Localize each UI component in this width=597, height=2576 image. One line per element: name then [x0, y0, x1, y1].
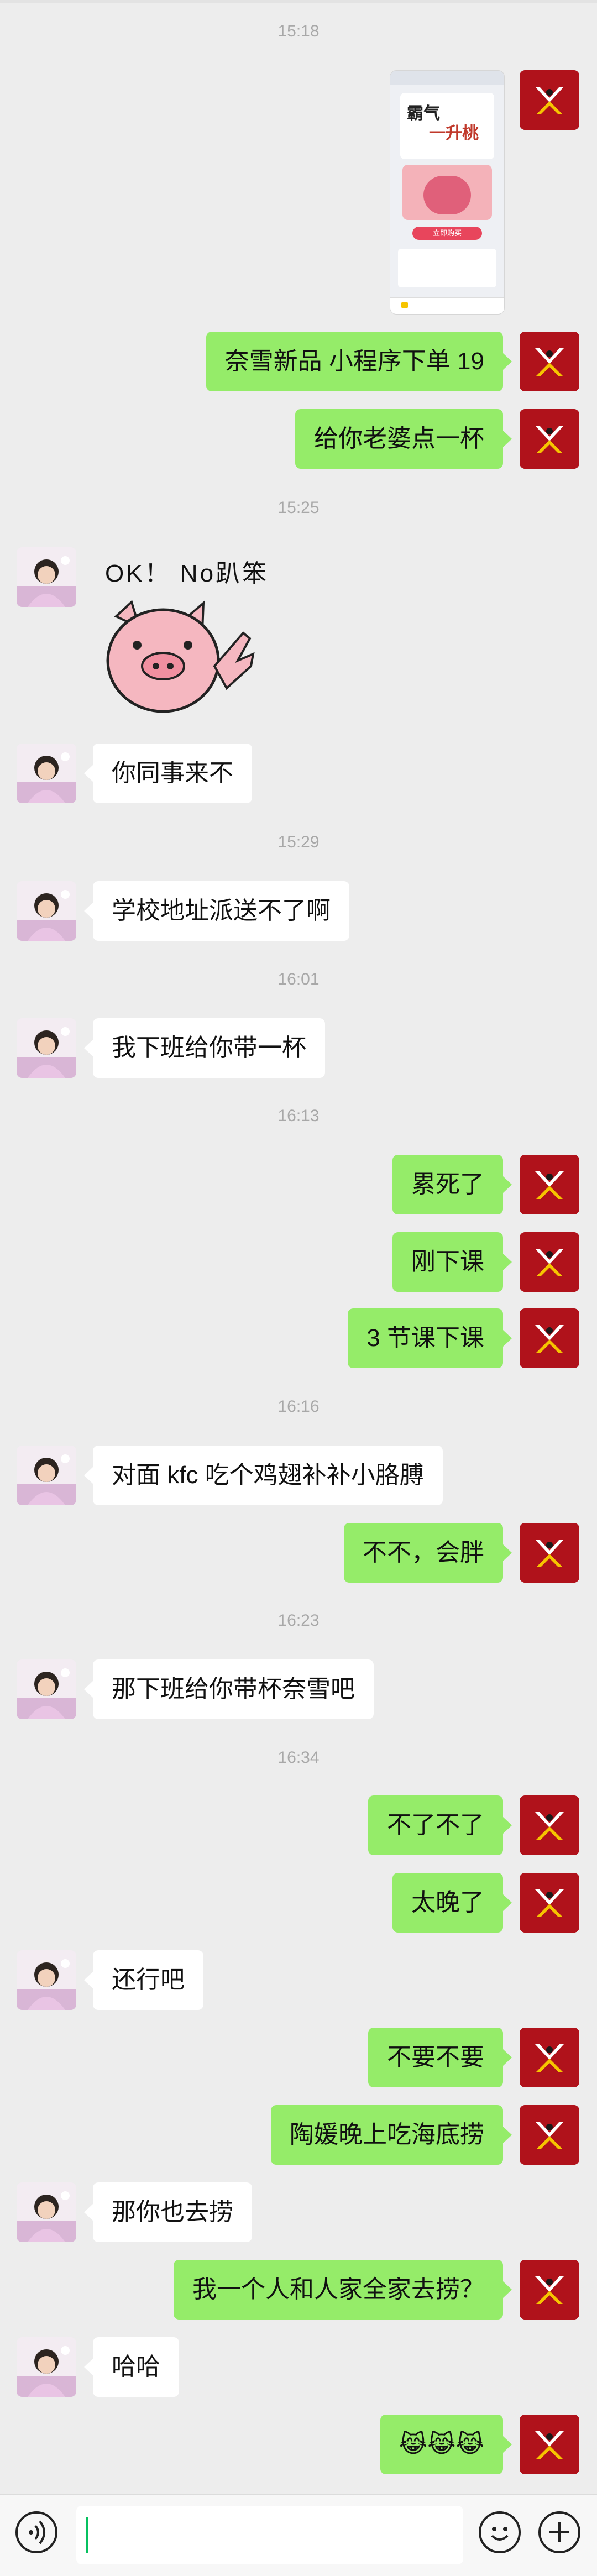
emoji-icon [491, 2527, 509, 2541]
message-bubble[interactable]: 我一个人和人家全家去捞？ [174, 2260, 512, 2320]
message-received: 哈哈 [0, 2337, 597, 2397]
message-sent: 刚下课 [0, 1232, 597, 1292]
contact-avatar[interactable] [17, 1950, 76, 2010]
message-sent: 不要不要 [0, 2028, 597, 2087]
message-bubble[interactable]: 😹😹😹 [380, 2415, 512, 2474]
message-bubble[interactable]: 陶媛晚上吃海底捞 [271, 2105, 512, 2165]
text-cursor [86, 2517, 88, 2553]
top-divider [0, 0, 597, 3]
message-bubble[interactable]: 哈哈 [84, 2337, 179, 2397]
shared-screenshot-thumbnail[interactable]: 霸气 一升桃 立即购买 [390, 70, 505, 315]
message-received: 学校地址派送不了啊 [0, 881, 597, 941]
message-bubble[interactable]: 还行吧 [84, 1950, 203, 2010]
contact-avatar[interactable] [17, 1659, 76, 1719]
my-avatar[interactable] [520, 2105, 579, 2165]
message-bubble[interactable]: 给你老婆点一杯 [295, 409, 512, 469]
contact-avatar[interactable] [17, 1018, 76, 1078]
message-sent: 不不，会胖 [0, 1523, 597, 1583]
voice-icon [29, 2520, 45, 2544]
my-avatar[interactable] [520, 332, 579, 391]
contact-avatar[interactable] [17, 2182, 76, 2242]
screenshot-buy-button: 立即购买 [412, 227, 482, 240]
message-image: 霸气 一升桃 立即购买 [0, 70, 597, 315]
message-sticker: OK！ No趴笨 [0, 547, 597, 713]
message-bubble[interactable]: 3 节课下课 [348, 1308, 512, 1368]
message-sent: 陶媛晚上吃海底捞 [0, 2105, 597, 2165]
message-bubble[interactable]: 那你也去捞 [84, 2182, 252, 2242]
message-sent: 我一个人和人家全家去捞？ [0, 2260, 597, 2320]
message-bubble[interactable]: 不了不了 [368, 1795, 512, 1855]
message-received: 对面 kfc 吃个鸡翅补补小胳膊 [0, 1446, 597, 1505]
message-bubble[interactable]: 对面 kfc 吃个鸡翅补补小胳膊 [84, 1446, 443, 1505]
timestamp: 16:01 [277, 970, 320, 988]
my-avatar[interactable] [520, 1155, 579, 1214]
my-avatar[interactable] [520, 2415, 579, 2474]
message-input[interactable] [76, 2506, 463, 2564]
my-avatar[interactable] [520, 1308, 579, 1368]
message-sent: 累死了 [0, 1155, 597, 1214]
my-avatar[interactable] [520, 2260, 579, 2320]
timestamp: 15:25 [277, 499, 320, 517]
sticker-caption: OK！ No趴笨 [105, 560, 269, 587]
timestamp: 15:29 [277, 833, 320, 851]
contact-avatar[interactable] [17, 1446, 76, 1505]
contact-avatar[interactable] [17, 881, 76, 941]
timestamp: 16:16 [277, 1397, 320, 1416]
message-sent: 😹😹😹 [0, 2415, 597, 2474]
emoji-button[interactable] [479, 2511, 521, 2553]
contact-avatar[interactable] [17, 744, 76, 803]
timestamp: 16:23 [277, 1611, 320, 1630]
message-bubble[interactable]: 奈雪新品 小程序下单 19 [206, 332, 512, 391]
message-received: 那下班给你带杯奈雪吧 [0, 1659, 597, 1719]
message-sent: 给你老婆点一杯 [0, 409, 597, 469]
message-bubble[interactable]: 学校地址派送不了啊 [84, 881, 349, 941]
message-received: 你同事来不 [0, 744, 597, 803]
message-sent: 奈雪新品 小程序下单 19 [0, 332, 597, 391]
message-bubble[interactable]: 那下班给你带杯奈雪吧 [84, 1659, 374, 1719]
timestamp: 16:34 [277, 1748, 320, 1767]
message-bubble[interactable]: 刚下课 [392, 1232, 512, 1292]
screenshot-subheadline: 一升桃 [429, 124, 479, 143]
more-button[interactable] [538, 2511, 580, 2553]
message-sent: 3 节课下课 [0, 1308, 597, 1368]
message-bubble[interactable]: 累死了 [392, 1155, 512, 1214]
contact-avatar[interactable] [17, 547, 76, 607]
message-bubble[interactable]: 我下班给你带一杯 [84, 1018, 325, 1078]
my-avatar[interactable] [520, 70, 579, 130]
my-avatar[interactable] [520, 1873, 579, 1933]
message-sent: 不了不了 [0, 1795, 597, 1855]
contact-avatar[interactable] [17, 2337, 76, 2397]
message-received: 还行吧 [0, 1950, 597, 2010]
timestamp: 15:18 [277, 22, 320, 40]
voice-button[interactable] [15, 2511, 57, 2553]
message-received: 那你也去捞 [0, 2182, 597, 2242]
my-avatar[interactable] [520, 1523, 579, 1583]
message-received: 我下班给你带一杯 [0, 1018, 597, 1078]
my-avatar[interactable] [520, 409, 579, 469]
timestamp: 16:13 [277, 1107, 320, 1125]
my-avatar[interactable] [520, 1232, 579, 1292]
input-bar [0, 2494, 597, 2576]
message-bubble[interactable]: 你同事来不 [84, 744, 252, 803]
pig-sticker-icon[interactable] [105, 600, 257, 719]
plus-icon [549, 2522, 569, 2542]
message-sent: 太晚了 [0, 1873, 597, 1933]
message-bubble[interactable]: 太晚了 [392, 1873, 512, 1933]
message-bubble[interactable]: 不要不要 [368, 2028, 512, 2087]
message-bubble[interactable]: 不不，会胖 [344, 1523, 512, 1583]
my-avatar[interactable] [520, 2028, 579, 2087]
my-avatar[interactable] [520, 1795, 579, 1855]
